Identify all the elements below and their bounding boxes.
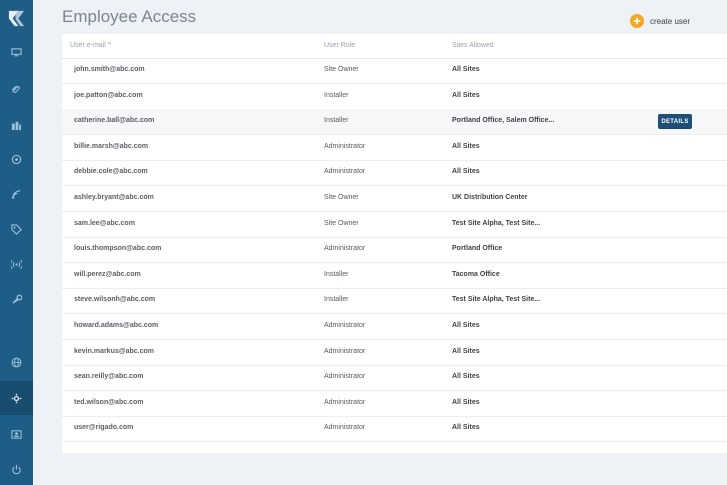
table-row[interactable]: ashley.bryant@abc.com Site Owner UK Distri… bbox=[62, 186, 727, 212]
plus-icon bbox=[630, 14, 644, 28]
table-row[interactable]: catherine.ball@abc.com Installer Portland … bbox=[62, 109, 727, 136]
user-role: Administrator bbox=[324, 142, 366, 150]
sort-ascending-icon: ^ bbox=[107, 42, 112, 49]
table-row[interactable]: sean.reilly@abc.com Administrator All Site… bbox=[62, 365, 727, 392]
table-row[interactable]: sam.lee@abc.com Site Owner Test Site Alpha… bbox=[62, 212, 727, 238]
globe-icon bbox=[11, 357, 22, 367]
sites-allowed: All Sites bbox=[452, 66, 480, 73]
user-role: Administrator bbox=[324, 373, 366, 381]
column-header-role[interactable]: User Role bbox=[324, 42, 355, 49]
user-email: ashley.bryant@abc.com bbox=[74, 194, 154, 201]
sidebar bbox=[0, 0, 33, 485]
create-user-label: create user bbox=[650, 16, 691, 26]
table-row[interactable]: ted.wilson@abc.com Administrator All Sites bbox=[62, 391, 727, 417]
sites-allowed: All Sites bbox=[452, 168, 480, 176]
user-role: Administrator bbox=[324, 322, 366, 329]
sites-allowed: All Sites bbox=[452, 322, 480, 329]
user-email: debbie.cole@abc.com bbox=[74, 168, 148, 176]
sidebar-item-tags[interactable] bbox=[0, 217, 33, 241]
sites-allowed: Tacoma Office bbox=[452, 270, 500, 278]
user-email: sam.lee@abc.com bbox=[74, 219, 135, 227]
sites-allowed: All Sites bbox=[452, 347, 480, 355]
user-role: Administrator bbox=[324, 398, 366, 406]
user-role: Administrator bbox=[324, 245, 366, 253]
sidebar-item-broadcast[interactable] bbox=[0, 252, 33, 276]
main-content: Employee Access create user User e-mail … bbox=[33, 0, 727, 485]
column-header-email[interactable]: User e-mail ^ bbox=[70, 42, 111, 49]
sidebar-item-devices[interactable] bbox=[0, 40, 33, 64]
user-email: louis.thompson@abc.com bbox=[74, 245, 162, 253]
user-role: Administrator bbox=[324, 168, 366, 176]
table-row[interactable]: will.perez@abc.com Installer Tacoma Office bbox=[62, 263, 727, 289]
table-row[interactable]: howard.adams@abc.com Administrator All Sit… bbox=[62, 314, 727, 340]
sites-allowed: All Sites bbox=[452, 424, 480, 432]
sites-allowed: All Sites bbox=[452, 91, 480, 99]
sidebar-item-buildings[interactable] bbox=[0, 113, 33, 137]
sites-allowed: All Sites bbox=[452, 142, 480, 150]
table-header: User e-mail ^ User Role Sites Allowed bbox=[62, 34, 727, 59]
location-pin-icon bbox=[11, 154, 22, 164]
column-header-email-label: User e-mail bbox=[70, 42, 106, 49]
sites-allowed: Test Site Alpha, Test Site... bbox=[452, 296, 541, 304]
user-email: steve.wilsonh@abc.com bbox=[74, 296, 156, 304]
app-logo-icon[interactable] bbox=[7, 9, 26, 28]
user-email: user@rigado.com bbox=[74, 424, 134, 432]
user-email: sean.reilly@abc.com bbox=[74, 373, 144, 381]
user-email: john.smith@abc.com bbox=[74, 66, 145, 73]
user-email: howard.adams@abc.com bbox=[74, 322, 159, 329]
table-row[interactable]: kevin.markus@abc.com Administrator All Sit… bbox=[62, 340, 727, 366]
table-row[interactable]: john.smith@abc.com Site Owner All Sites bbox=[62, 58, 727, 84]
sites-allowed: All Sites bbox=[452, 398, 480, 406]
user-email: catherine.ball@abc.com bbox=[74, 117, 155, 125]
monitor-icon bbox=[11, 47, 22, 56]
sidebar-item-locations[interactable] bbox=[0, 147, 33, 171]
sites-allowed: Portland Office bbox=[452, 245, 503, 253]
user-role: Installer bbox=[324, 270, 349, 278]
sidebar-item-logout[interactable] bbox=[0, 457, 33, 481]
table-row[interactable]: user@rigado.com Administrator All Sites bbox=[62, 416, 727, 443]
column-header-sites[interactable]: Sites Allowed bbox=[452, 42, 494, 49]
sidebar-item-signal[interactable] bbox=[0, 182, 33, 206]
user-card-icon bbox=[11, 429, 22, 439]
user-email: billie.marsh@abc.com bbox=[74, 142, 149, 150]
broadcast-icon bbox=[11, 259, 22, 269]
sidebar-item-profile[interactable] bbox=[0, 422, 33, 446]
signal-icon bbox=[12, 189, 21, 199]
details-button[interactable]: DETAILS bbox=[658, 114, 692, 130]
table-row[interactable]: billie.marsh@abc.com Administrator All Sit… bbox=[62, 135, 727, 161]
user-role: Installer bbox=[324, 117, 349, 125]
sidebar-item-settings[interactable] bbox=[0, 381, 33, 415]
table-row[interactable]: debbie.cole@abc.com Administrator All Site… bbox=[62, 160, 727, 187]
user-email: joe.patton@abc.com bbox=[74, 91, 143, 99]
user-role: Administrator bbox=[324, 424, 366, 432]
user-email: will.perez@abc.com bbox=[74, 270, 141, 278]
table-row[interactable]: louis.thompson@abc.com Administrator Portl… bbox=[62, 237, 727, 264]
user-role: Installer bbox=[324, 91, 349, 99]
paperclip-icon bbox=[12, 84, 20, 93]
users-table: User e-mail ^ User Role Sites Allowed jo… bbox=[62, 34, 727, 453]
user-email: ted.wilson@abc.com bbox=[74, 398, 144, 406]
table-row[interactable]: steve.wilsonh@abc.com Installer Test Site … bbox=[62, 288, 727, 315]
gear-icon bbox=[11, 393, 22, 403]
building-icon bbox=[11, 121, 22, 130]
sidebar-item-attachments[interactable] bbox=[0, 77, 33, 101]
sites-allowed: All Sites bbox=[452, 373, 480, 381]
create-user-button[interactable]: create user bbox=[630, 13, 690, 29]
sites-allowed: UK Distribution Center bbox=[452, 194, 528, 201]
user-role: Administrator bbox=[324, 347, 366, 355]
user-role: Site Owner bbox=[324, 219, 359, 227]
user-role: Site Owner bbox=[324, 66, 359, 73]
sites-allowed: Test Site Alpha, Test Site... bbox=[452, 219, 541, 227]
table-row[interactable]: joe.patton@abc.com Installer All Sites bbox=[62, 84, 727, 110]
tag-icon bbox=[11, 223, 22, 235]
power-icon bbox=[12, 464, 21, 474]
sidebar-item-global[interactable] bbox=[0, 350, 33, 374]
user-role: Site Owner bbox=[324, 194, 359, 201]
user-role: Installer bbox=[324, 296, 349, 304]
user-email: kevin.markus@abc.com bbox=[74, 347, 154, 355]
sidebar-item-tools[interactable] bbox=[0, 287, 33, 311]
wrench-icon bbox=[12, 294, 22, 304]
sites-allowed: Portland Office, Salem Office... bbox=[452, 117, 555, 125]
page-title: Employee Access bbox=[62, 7, 197, 26]
